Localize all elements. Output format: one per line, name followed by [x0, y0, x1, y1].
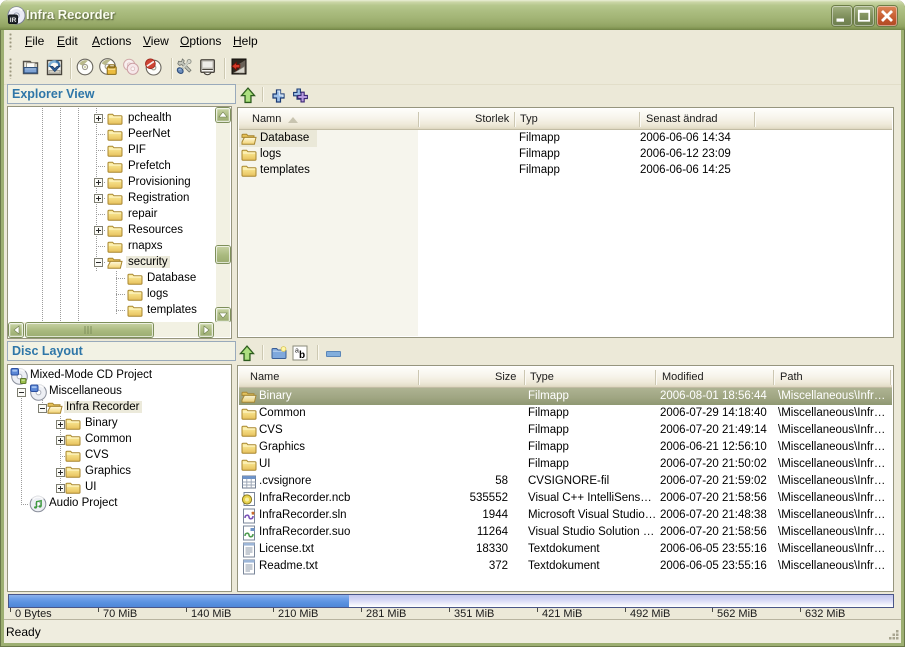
- svg-text:IR: IR: [10, 17, 17, 24]
